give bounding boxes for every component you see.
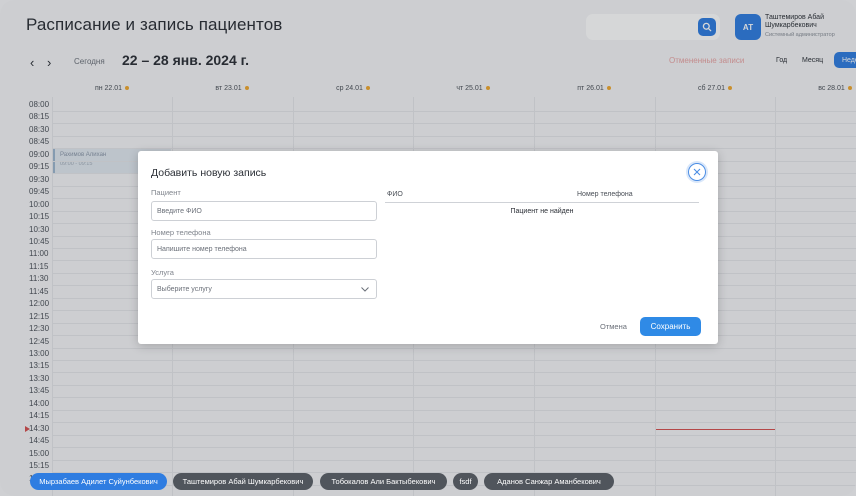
phone-placeholder: Напишите номер телефона [157,245,247,253]
patient-placeholder: Введите ФИО [157,207,202,215]
close-button[interactable] [688,163,706,181]
table-header-phone: Номер телефона [577,191,633,198]
phone-label: Номер телефона [151,228,211,237]
close-icon [693,168,701,176]
doctor-chip[interactable]: Тобокалов Али Бактыбекович [320,473,447,490]
doctor-chip[interactable]: Мырзабаев Адилет Суйунбекович [30,473,167,490]
chevron-down-icon [361,287,369,292]
table-empty-message: Пациент не найден [510,208,574,215]
phone-field[interactable]: Напишите номер телефона [151,239,377,259]
patient-label: Пациент [151,188,181,197]
cancel-button[interactable]: Отмена [600,322,627,331]
doctor-chip[interactable]: fsdf [453,473,478,490]
patient-name-field[interactable]: Введите ФИО [151,201,377,221]
add-record-dialog: Добавить новую запись Пациент Введите ФИ… [138,151,718,344]
table-header-name: ФИО [387,191,403,198]
table-divider [385,202,699,203]
save-button[interactable]: Сохранить [640,317,701,336]
app-window: Расписание и запись пациентов АТ Таштеми… [0,0,856,496]
service-select[interactable]: Выберите услугу [151,279,377,299]
service-label: Услуга [151,268,174,277]
dialog-title: Добавить новую запись [151,167,267,179]
doctor-chip[interactable]: Аданов Санжар Аманбекович [484,473,614,490]
doctor-chip[interactable]: Таштемиров Абай Шумкарбекович [173,473,313,490]
service-placeholder: Выберите услугу [157,285,212,293]
